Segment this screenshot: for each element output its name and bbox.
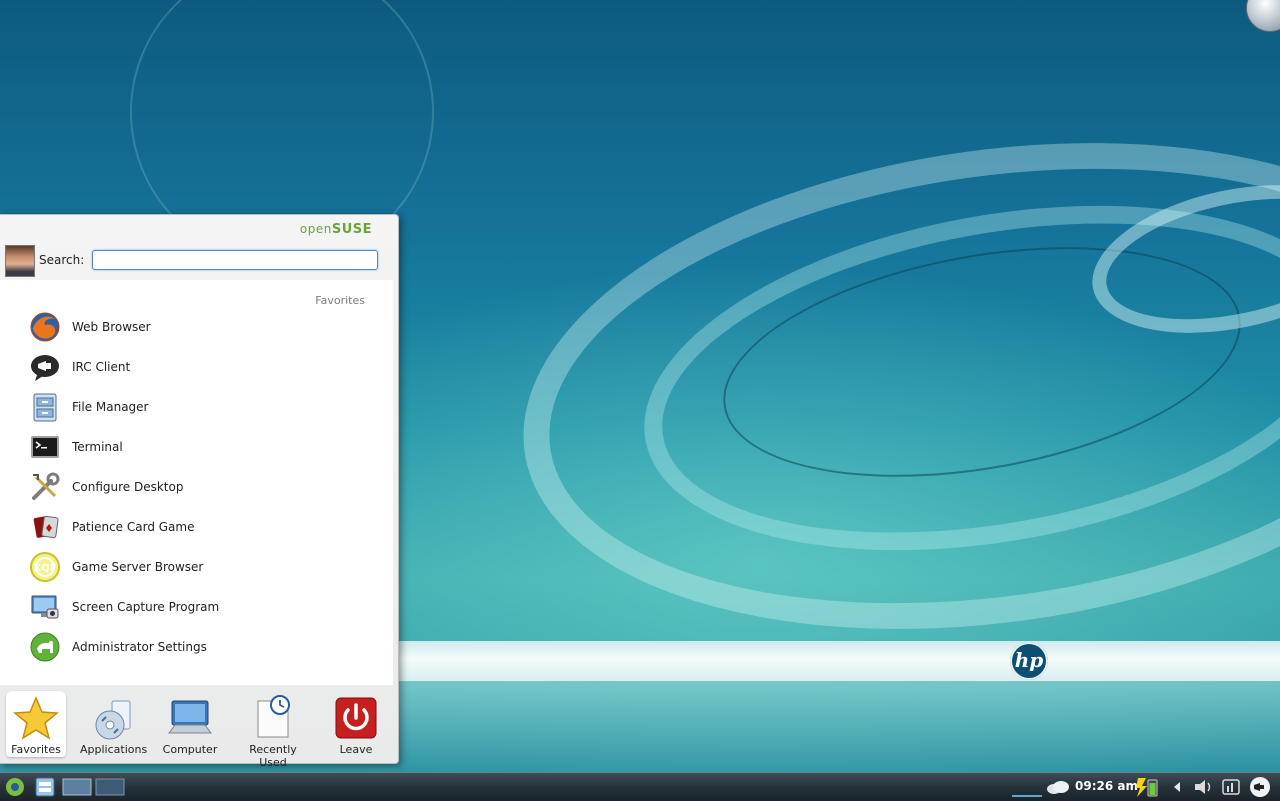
favorite-item-administrator-settings[interactable]: Administrator Settings: [28, 629, 368, 665]
favorite-item-screen-capture[interactable]: Screen Capture Program: [28, 589, 368, 625]
computer-icon: [167, 695, 213, 741]
desktop-toolbox-button[interactable]: [1246, 0, 1280, 32]
clock-document-icon: [250, 695, 296, 741]
favorite-item-terminal[interactable]: Terminal: [28, 429, 368, 465]
favorite-item-configure-desktop[interactable]: Configure Desktop: [28, 469, 368, 505]
tab-leave[interactable]: Leave: [326, 691, 386, 757]
tab-computer[interactable]: Computer: [160, 691, 220, 757]
tab-label: Favorites: [11, 743, 61, 756]
irc-icon: [28, 350, 62, 384]
notifications-icon[interactable]: [1248, 776, 1272, 798]
panel-spacer: [1012, 776, 1042, 798]
terminal-icon: [28, 430, 62, 464]
file-manager-icon: [35, 777, 55, 797]
power-icon: [333, 695, 379, 741]
file-manager-icon: [28, 390, 62, 424]
favorite-item-file-manager[interactable]: File Manager: [28, 389, 368, 425]
weather-cloud-icon[interactable]: [1044, 776, 1072, 798]
tab-applications[interactable]: Applications: [80, 691, 148, 757]
favorite-item-label: Terminal: [72, 440, 123, 454]
firefox-icon: [28, 310, 62, 344]
opensuse-gecko-icon: [6, 778, 24, 796]
applications-icon: [90, 695, 136, 741]
favorite-item-label: Configure Desktop: [72, 480, 184, 494]
tab-favorites[interactable]: Favorites: [6, 691, 66, 757]
favorite-item-label: Game Server Browser: [72, 560, 204, 574]
pager-desktop-icon: [62, 778, 92, 796]
opensuse-brand: openSUSE: [299, 222, 372, 237]
tab-label: Computer: [162, 743, 218, 756]
tab-label: Leave: [339, 743, 373, 756]
search-input[interactable]: [92, 250, 378, 270]
clock[interactable]: 09:26 am: [1075, 779, 1138, 793]
systray-expand-arrow-icon[interactable]: [1170, 776, 1184, 798]
tab-label: Applications: [80, 743, 148, 756]
favorite-item-patience-card-game[interactable]: Patience Card Game: [28, 509, 368, 545]
favorite-item-label: File Manager: [72, 400, 149, 414]
wallpaper-lower-band: [398, 681, 1280, 772]
hp-logo: hp: [1010, 642, 1048, 680]
tools-icon: [28, 470, 62, 504]
tab-label: Recently Used: [249, 743, 297, 769]
favorite-item-irc-client[interactable]: IRC Client: [28, 349, 368, 385]
volume-icon[interactable]: [1192, 776, 1214, 798]
game-server-icon: XQF: [28, 550, 62, 584]
wallpaper-light-band: [398, 641, 1280, 681]
network-icon[interactable]: [1220, 776, 1242, 798]
favorite-item-game-server-browser[interactable]: XQF Game Server Browser: [28, 549, 368, 585]
search-label: Search:: [39, 253, 85, 267]
favorite-item-label: Screen Capture Program: [72, 600, 220, 614]
admin-icon: [28, 630, 62, 664]
tab-recently-used[interactable]: Recently Used: [234, 691, 312, 769]
star-icon: [13, 695, 59, 741]
kickoff-launcher-button[interactable]: [3, 776, 27, 798]
desktop-pager-1[interactable]: [62, 776, 92, 798]
user-avatar: [5, 245, 35, 277]
screen-capture-icon: [28, 590, 62, 624]
desktop-pager-2[interactable]: [95, 776, 125, 798]
cards-icon: [28, 510, 62, 544]
favorite-item-label: Patience Card Game: [72, 520, 195, 534]
favorite-item-web-browser[interactable]: Web Browser: [28, 309, 368, 345]
favorites-list: Favorites Web Browser IRC Client File Ma…: [0, 280, 393, 685]
svg-text:XQF: XQF: [33, 563, 56, 574]
application-launcher-menu: openSUSE Search: Favorites Web Browser I…: [0, 214, 399, 769]
taskbar: 09:26 am: [0, 772, 1280, 801]
show-desktop-button[interactable]: [32, 776, 58, 798]
favorite-item-label: Administrator Settings: [72, 640, 207, 654]
launcher-tab-bar: Favorites Applications Computer Recently…: [0, 685, 398, 769]
favorite-item-label: Web Browser: [72, 320, 151, 334]
pager-desktop-icon: [95, 778, 125, 796]
battery-icon[interactable]: [1134, 776, 1160, 798]
favorite-item-label: IRC Client: [72, 360, 131, 374]
section-header: Favorites: [315, 294, 365, 307]
